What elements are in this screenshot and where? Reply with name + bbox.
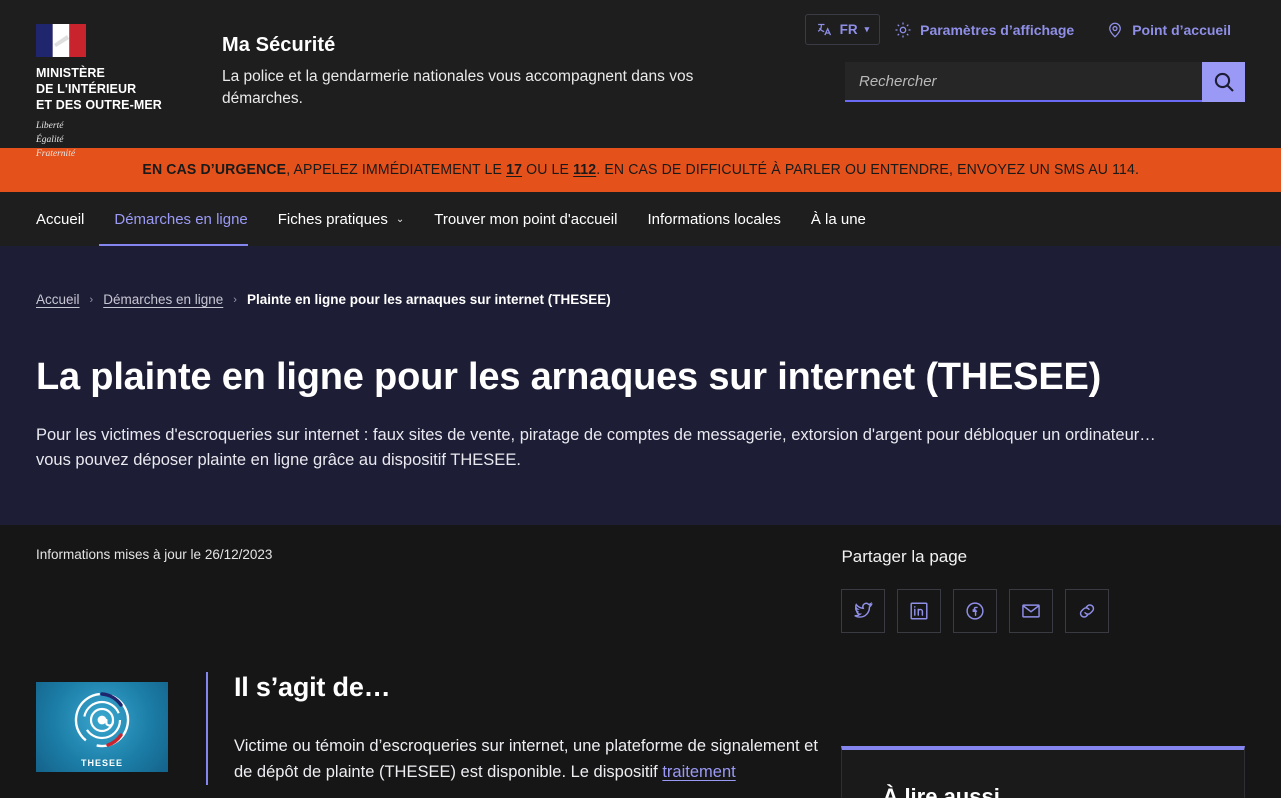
motto-line-2: Égalité <box>36 134 64 145</box>
facebook-icon <box>966 602 985 620</box>
emergency-number-112[interactable]: 112 <box>573 162 596 178</box>
search-bar[interactable] <box>845 62 1245 102</box>
last-updated-text: Informations mises à jour le 26/12/2023 <box>36 547 273 562</box>
motto-line-3: Fraternité <box>36 148 76 159</box>
nav-label: Trouver mon point d'accueil <box>434 210 618 228</box>
site-tagline: La police et la gendarmerie nationales v… <box>222 68 694 108</box>
display-settings-button[interactable]: Paramètres d’affichage <box>880 15 1088 45</box>
page-title: La plainte en ligne pour les arnaques su… <box>36 356 1102 398</box>
content-section: THESEE Il s’agit de… Victime ou témoin d… <box>36 672 823 786</box>
chevron-down-icon: ⌄ <box>395 213 405 225</box>
main-column: Informations mises à jour le 26/12/2023 <box>36 525 823 798</box>
breadcrumb-item-accueil[interactable]: Accueil <box>36 292 80 307</box>
share-buttons <box>841 589 1245 633</box>
page-description-line-2: vous pouvez déposer plainte en ligne grâ… <box>36 450 521 469</box>
main-navigation: Accueil Démarches en ligne Fiches pratiq… <box>0 192 1281 246</box>
hero-section: Accueil › Démarches en ligne › Plainte e… <box>0 246 1281 525</box>
emergency-strong: EN CAS D’URGENCE <box>142 162 286 178</box>
display-settings-label: Paramètres d’affichage <box>920 21 1075 38</box>
ministry-line-3: ET DES OUTRE-MER <box>36 98 162 112</box>
welcome-point-label: Point d’accueil <box>1132 21 1231 38</box>
site-header: MINISTÈRE DE L'INTÉRIEUR ET DES OUTRE-ME… <box>0 0 1281 159</box>
nav-item-fiches-pratiques[interactable]: Fiches pratiques ⌄ <box>263 192 419 246</box>
nav-item-informations-locales[interactable]: Informations locales <box>632 192 795 246</box>
breadcrumb-item-current: Plainte en ligne pour les arnaques sur i… <box>246 292 611 307</box>
site-title: Ma Sécurité <box>222 34 336 56</box>
thesee-thumbnail-image: THESEE <box>36 682 168 772</box>
chevron-down-icon: ▾ <box>864 24 870 34</box>
french-flag-icon <box>36 24 86 57</box>
section-paragraph: Victime ou témoin d’escroqueries sur int… <box>234 734 823 785</box>
breadcrumb: Accueil › Démarches en ligne › Plainte e… <box>36 246 1245 307</box>
share-title: Partager la page <box>841 547 968 566</box>
page-description: Pour les victimes d'escroqueries sur int… <box>36 423 1226 473</box>
welcome-point-button[interactable]: Point d’accueil <box>1092 15 1245 45</box>
linkedin-icon <box>910 602 928 620</box>
nav-label: Accueil <box>36 210 85 228</box>
language-selector[interactable]: FR ▾ <box>804 14 881 45</box>
share-copy-link-button[interactable] <box>1065 589 1110 633</box>
emergency-number-17[interactable]: 17 <box>506 162 522 178</box>
section-accent-bar <box>206 672 208 786</box>
thumbnail-label: THESEE <box>80 758 123 768</box>
section-title: Il s’agit de… <box>234 672 391 702</box>
emergency-part-3: . EN CAS DE DIFFICULTÉ À PARLER OU ENTEN… <box>596 162 1139 178</box>
thumbnail-column: THESEE <box>36 672 206 785</box>
page-root: MINISTÈRE DE L'INTÉRIEUR ET DES OUTRE-ME… <box>0 0 1281 798</box>
republic-motto: Liberté Égalité Fraternité <box>36 120 196 161</box>
page-description-line-1: Pour les victimes d'escroqueries sur int… <box>36 425 1156 444</box>
map-pin-icon <box>1109 22 1122 38</box>
thesee-logo-icon <box>74 692 130 747</box>
section-body: Il s’agit de… Victime ou témoin d’escroq… <box>234 672 823 785</box>
breadcrumb-separator-icon: › <box>233 293 237 306</box>
search-icon <box>1214 72 1234 92</box>
related-reading-title: À lire aussi <box>882 784 1000 798</box>
breadcrumb-separator-icon: › <box>89 293 94 306</box>
ministry-logo[interactable]: MINISTÈRE DE L'INTÉRIEUR ET DES OUTRE-ME… <box>36 14 196 161</box>
copy-link-icon <box>1080 604 1095 618</box>
emergency-part-2: OU LE <box>521 162 573 178</box>
share-twitter-button[interactable] <box>841 589 886 633</box>
nav-label: Informations locales <box>647 210 781 228</box>
brand-block[interactable]: Ma Sécurité La police et la gendarmerie … <box>222 14 762 161</box>
brightness-icon <box>895 22 911 37</box>
nav-item-trouver-mon-point-daccueil[interactable]: Trouver mon point d'accueil <box>419 192 632 246</box>
email-icon <box>1022 604 1041 618</box>
share-email-button[interactable] <box>1009 589 1054 633</box>
share-linkedin-button[interactable] <box>897 589 942 633</box>
content-area: Informations mises à jour le 26/12/2023 <box>0 525 1281 798</box>
search-submit-button[interactable] <box>1202 62 1245 102</box>
breadcrumb-item-demarches-en-ligne[interactable]: Démarches en ligne <box>103 292 223 307</box>
nav-item-accueil[interactable]: Accueil <box>36 192 99 246</box>
twitter-icon <box>854 602 874 618</box>
ministry-line-2: DE L'INTÉRIEUR <box>36 82 137 96</box>
translate-icon <box>817 23 831 36</box>
traitement-link[interactable]: traitement <box>662 763 735 781</box>
nav-label: Fiches pratiques <box>277 210 388 228</box>
share-facebook-button[interactable] <box>953 589 998 633</box>
nav-label: À la une <box>810 210 866 228</box>
language-code: FR <box>839 22 858 37</box>
related-reading-card: À lire aussi FICHE PRATIQUE <box>841 746 1245 798</box>
emergency-part-1: , APPELEZ IMMÉDIATEMENT LE <box>285 162 506 178</box>
ministry-name: MINISTÈRE DE L'INTÉRIEUR ET DES OUTRE-ME… <box>36 65 196 113</box>
motto-line-1: Liberté <box>36 121 64 131</box>
search-input[interactable] <box>845 62 1202 102</box>
nav-label: Démarches en ligne <box>114 210 248 228</box>
ministry-line-1: MINISTÈRE <box>36 66 105 80</box>
sidebar-column: Partager la page À lire aussi <box>841 525 1245 798</box>
emergency-text: EN CAS D’URGENCE, APPELEZ IMMÉDIATEMENT … <box>142 162 1139 178</box>
nav-item-demarches-en-ligne[interactable]: Démarches en ligne <box>99 192 262 246</box>
nav-item-a-la-une[interactable]: À la une <box>796 192 881 246</box>
header-tools: FR ▾ Paramètres d’affichage Point d’accu… <box>804 14 1245 102</box>
